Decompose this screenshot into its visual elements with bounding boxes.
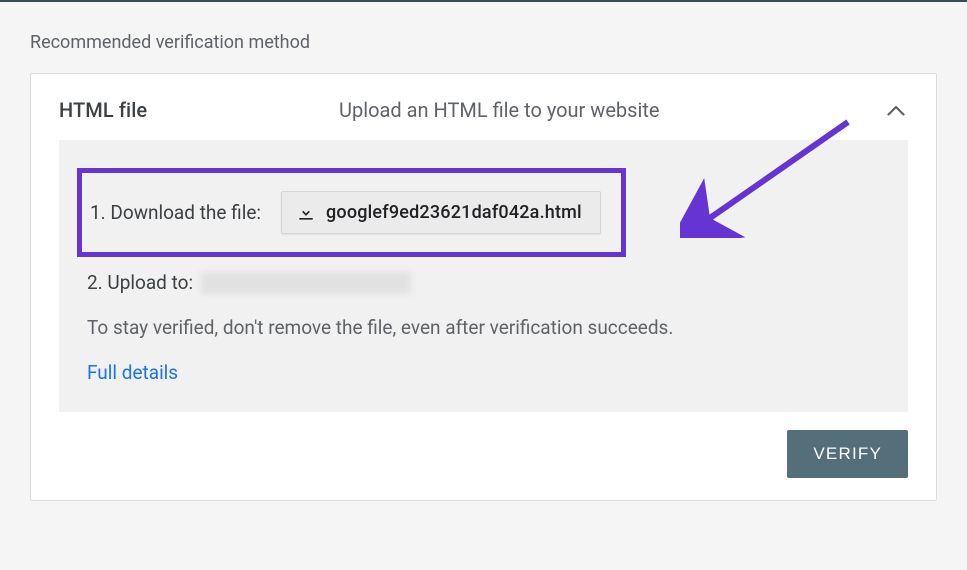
chevron-up-icon [887, 101, 905, 120]
download-step-highlight: 1. Download the file: googlef9ed23621daf… [77, 168, 626, 257]
download-icon [296, 203, 316, 223]
verify-button[interactable]: VERIFY [787, 430, 908, 478]
step1-label: 1. Download the file: [90, 201, 261, 224]
upload-step: 2. Upload to: [87, 271, 880, 294]
step2-label: 2. Upload to: [87, 271, 193, 294]
card-header[interactable]: HTML file Upload an HTML file to your we… [31, 74, 936, 140]
download-filename: googlef9ed23621daf042a.html [326, 202, 582, 223]
full-details-link[interactable]: Full details [87, 361, 880, 384]
verification-note: To stay verified, don't remove the file,… [87, 316, 880, 339]
method-title: HTML file [59, 98, 339, 122]
download-file-button[interactable]: googlef9ed23621daf042a.html [281, 191, 601, 234]
verification-card: HTML file Upload an HTML file to your we… [30, 73, 937, 501]
upload-target-redacted [201, 272, 411, 294]
card-body: 1. Download the file: googlef9ed23621daf… [59, 140, 908, 412]
method-subtitle: Upload an HTML file to your website [339, 98, 884, 122]
collapse-toggle[interactable] [884, 98, 908, 122]
card-footer: VERIFY [31, 412, 936, 500]
section-label: Recommended verification method [30, 32, 937, 53]
